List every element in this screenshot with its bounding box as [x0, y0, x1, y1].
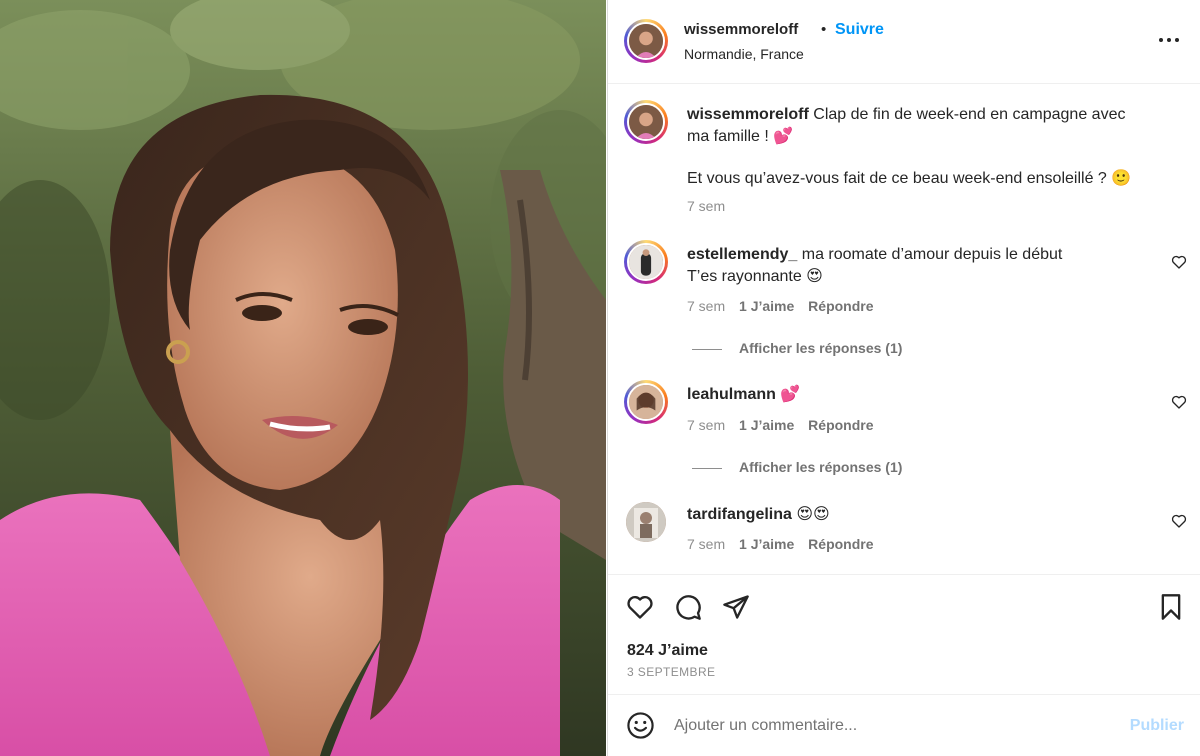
comment-time[interactable]: 7 sem: [687, 417, 725, 433]
author-username[interactable]: wissemmoreloff: [684, 21, 798, 38]
comment-likes[interactable]: 1 J’aime: [739, 536, 794, 552]
comment-line-1: 😍😍: [796, 506, 830, 523]
view-replies-label: Afficher les réponses (1): [739, 459, 903, 475]
publish-button[interactable]: Publier: [1130, 717, 1184, 735]
comment-text: estellemendy_ ma roomate d’amour depuis …: [687, 244, 1157, 288]
comment-line-2: T’es rayonnante 😍: [687, 268, 823, 285]
comment-username[interactable]: tardifangelina: [687, 506, 792, 523]
caption-line-3: Et vous qu’avez-vous fait de ce beau wee…: [687, 170, 1132, 187]
post-photo: [0, 0, 606, 756]
follow-button[interactable]: Suivre: [835, 21, 884, 39]
caption-line-2: ma famille ! 💕: [687, 128, 794, 145]
comment-heart-icon[interactable]: [1171, 513, 1187, 529]
comment-line-1: ma roomate d’amour depuis le début: [801, 246, 1063, 263]
comment-username[interactable]: estellemendy_: [687, 246, 797, 263]
comment-heart-icon[interactable]: [1171, 254, 1187, 270]
comment-meta: 7 sem 1 J’aime Répondre: [687, 536, 884, 552]
comment-meta: 7 sem 1 J’aime Répondre: [687, 417, 884, 433]
bookmark-icon[interactable]: [1157, 593, 1185, 621]
comment-text: tardifangelina 😍😍: [687, 504, 1157, 526]
caption-meta: 7 sem: [687, 198, 735, 214]
comment-icon[interactable]: [674, 593, 702, 621]
like-count[interactable]: 824 J’aime: [627, 642, 708, 660]
comments-section: wissemmoreloff Clap de fin de week-end e…: [608, 84, 1200, 574]
comment-likes[interactable]: 1 J’aime: [739, 417, 794, 433]
view-replies-button[interactable]: Afficher les réponses (1): [692, 459, 902, 475]
comment-time[interactable]: 7 sem: [687, 536, 725, 552]
post-panel: wissemmoreloff • Suivre Normandie, Franc…: [607, 0, 1200, 756]
emoji-icon[interactable]: [626, 711, 655, 740]
comment-likes[interactable]: 1 J’aime: [739, 298, 794, 314]
comment-heart-icon[interactable]: [1171, 394, 1187, 410]
post-location[interactable]: Normandie, France: [684, 46, 804, 62]
action-bar: 824 J’aime 3 SEPTEMBRE: [608, 574, 1200, 694]
portrait-image: [0, 0, 606, 756]
reply-button[interactable]: Répondre: [808, 536, 873, 552]
comment-input[interactable]: [674, 713, 1094, 739]
caption-text: wissemmoreloff Clap de fin de week-end e…: [687, 104, 1157, 148]
comment-text: leahulmann 💕: [687, 384, 1157, 406]
comment-username[interactable]: leahulmann: [687, 386, 776, 403]
comment-time[interactable]: 7 sem: [687, 298, 725, 314]
view-replies-button[interactable]: Afficher les réponses (1): [692, 340, 902, 356]
view-replies-label: Afficher les réponses (1): [739, 340, 903, 356]
comment-avatar[interactable]: [624, 380, 668, 424]
comment-avatar[interactable]: [624, 240, 668, 284]
author-avatar[interactable]: [624, 19, 668, 63]
comment-meta: 7 sem 1 J’aime Répondre: [687, 298, 884, 314]
replies-divider: [692, 467, 722, 469]
caption-username[interactable]: wissemmoreloff: [687, 106, 809, 123]
caption-time[interactable]: 7 sem: [687, 198, 725, 214]
reply-button[interactable]: Répondre: [808, 298, 873, 314]
post-date: 3 SEPTEMBRE: [627, 665, 716, 679]
separator-dot: •: [821, 21, 827, 38]
more-options-icon[interactable]: [1157, 28, 1181, 52]
post-header: wissemmoreloff • Suivre Normandie, Franc…: [608, 0, 1200, 84]
caption-avatar[interactable]: [624, 100, 668, 144]
caption-line-1: Clap de fin de week-end en campagne avec: [813, 106, 1126, 123]
reply-button[interactable]: Répondre: [808, 417, 873, 433]
heart-icon[interactable]: [626, 593, 654, 621]
share-icon[interactable]: [722, 593, 750, 621]
comment-line-1: 💕: [780, 386, 801, 403]
replies-divider: [692, 348, 722, 350]
comment-avatar[interactable]: [626, 502, 666, 542]
comment-composer: Publier: [608, 694, 1200, 756]
